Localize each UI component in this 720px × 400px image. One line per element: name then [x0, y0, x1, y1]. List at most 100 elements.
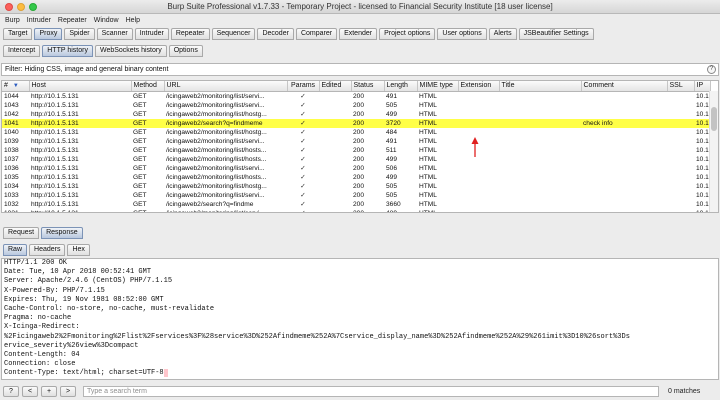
table-row[interactable]: 1042 http://10.1.5.131 GET/icingaweb2/moni… — [2, 110, 710, 119]
tab-proxy[interactable]: Proxy — [34, 28, 63, 40]
table-row[interactable]: 1037 http://10.1.5.131 GET/icingaweb2/moni… — [2, 155, 710, 164]
response-line: X-Powered-By: PHP/7.1.15 — [4, 286, 105, 295]
cell-status: 200 — [353, 200, 365, 208]
tab-request[interactable]: Request — [3, 227, 40, 239]
proxy-tab-websockets-history[interactable]: WebSockets history — [94, 45, 167, 57]
tab-comparer[interactable]: Comparer — [295, 28, 338, 40]
table-row[interactable]: 1033 http://10.1.5.131 GET/icingaweb2/moni… — [2, 191, 710, 200]
table-row[interactable]: 1038 http://10.1.5.131 GET/icingaweb2/moni… — [2, 146, 710, 155]
cell-comment — [581, 146, 667, 155]
column-header-status[interactable]: Status — [351, 81, 385, 92]
column-header-host[interactable]: Host — [29, 81, 132, 92]
scrollbar-thumb[interactable] — [711, 107, 717, 131]
column-header-ssl[interactable]: SSL — [667, 81, 695, 92]
tab-repeater[interactable]: Repeater — [170, 28, 210, 40]
cell-number: 1042 — [4, 110, 19, 118]
message-view-tab-bar: Raw Headers Hex — [3, 244, 90, 256]
cell-host: http://10.1.5.131 — [31, 191, 79, 199]
cell-url: /icingaweb2/search?q=findme — [166, 200, 254, 208]
proxy-tab-intercept[interactable]: Intercept — [3, 45, 41, 57]
column-header-mime-type[interactable]: MIME type — [417, 81, 459, 92]
filter-bar[interactable]: Filter: Hiding CSS, image and general bi… — [1, 63, 719, 76]
tab-jsbeautifier-settings[interactable]: JSBeautifier Settings — [518, 28, 594, 40]
table-row[interactable]: 1032 http://10.1.5.131 GET/icingaweb2/sear… — [2, 200, 710, 209]
tab-project-options[interactable]: Project options — [379, 28, 436, 40]
cell-number: 1044 — [4, 92, 19, 100]
column-header-edited[interactable]: Edited — [319, 81, 352, 92]
table-row[interactable]: 1040 http://10.1.5.131 GET/icingaweb2/moni… — [2, 128, 710, 137]
cell-mime-type: HTML — [419, 164, 437, 172]
column-header-method[interactable]: Method — [131, 81, 165, 92]
cell-extension — [458, 91, 499, 101]
tab-spider[interactable]: Spider — [64, 28, 95, 40]
response-body[interactable]: HTTP/1.1 200 OK Date: Tue, 10 Apr 2018 00… — [2, 259, 710, 379]
cell-status: 200 — [353, 92, 365, 100]
cell-status: 200 — [353, 164, 365, 172]
cell-title — [499, 155, 581, 164]
cell-length: 499 — [386, 110, 398, 118]
tab-alerts[interactable]: Alerts — [488, 28, 517, 40]
annotation-arrow — [471, 137, 479, 157]
cell-host: http://10.1.5.131 — [31, 200, 79, 208]
search-help-button[interactable]: ? — [3, 386, 19, 397]
column-header-length[interactable]: Length — [384, 81, 418, 92]
search-input[interactable]: Type a search term — [83, 386, 659, 397]
proxy-tab-options[interactable]: Options — [168, 45, 203, 57]
menu-window[interactable]: Window — [94, 17, 119, 24]
column-header-title[interactable]: Title — [499, 81, 582, 92]
menu-intruder[interactable]: Intruder — [27, 17, 51, 24]
column-header-comment[interactable]: Comment — [581, 81, 668, 92]
table-row[interactable]: 1036 http://10.1.5.131 GET/icingaweb2/moni… — [2, 164, 710, 173]
proxy-tab-http-history[interactable]: HTTP history — [42, 45, 93, 57]
menu-help[interactable]: Help — [126, 17, 140, 24]
table-header: # ▼ Host Method URL Params Edited Status Length M… — [2, 81, 711, 92]
search-next-button[interactable]: > — [60, 386, 76, 397]
tab-target[interactable]: Target — [3, 28, 33, 40]
table-row[interactable]: 1039 http://10.1.5.131 GET/icingaweb2/moni… — [2, 137, 710, 146]
tab-user-options[interactable]: User options — [437, 28, 487, 40]
cell-ssl — [667, 209, 694, 213]
table-row[interactable]: 1031 http://10.1.5.131 GET/icingaweb2/moni… — [2, 209, 710, 213]
table-row[interactable]: 1043 http://10.1.5.131 GET/icingaweb2/moni… — [2, 101, 710, 110]
search-options-button[interactable]: + — [41, 386, 57, 397]
cell-mime-type: HTML — [419, 200, 437, 208]
help-icon[interactable]: ? — [707, 65, 716, 74]
tab-decoder[interactable]: Decoder — [257, 28, 294, 40]
cell-comment — [581, 191, 667, 200]
tab-sequencer[interactable]: Sequencer — [211, 28, 256, 40]
cell-extension — [458, 173, 499, 182]
view-tab-headers[interactable]: Headers — [29, 244, 66, 256]
cell-params: ✓ — [300, 92, 306, 100]
table-row[interactable]: 1035 http://10.1.5.131 GET/icingaweb2/moni… — [2, 173, 710, 182]
column-header-ip[interactable]: IP — [694, 81, 711, 92]
search-previous-button[interactable]: < — [22, 386, 38, 397]
cell-length: 484 — [386, 128, 398, 136]
tab-extender[interactable]: Extender — [339, 28, 378, 40]
tab-intruder[interactable]: Intruder — [134, 28, 169, 40]
cell-url: /icingaweb2/monitoring/list/servi... — [166, 92, 265, 100]
cell-ssl — [667, 164, 694, 173]
cell-url: /icingaweb2/monitoring/list/hosts... — [166, 146, 267, 154]
view-tab-hex[interactable]: Hex — [67, 244, 90, 256]
column-header-params[interactable]: Params — [287, 81, 320, 92]
view-tab-raw[interactable]: Raw — [3, 244, 28, 256]
column-header-url[interactable]: URL — [164, 81, 288, 92]
column-header-extension[interactable]: Extension — [458, 81, 500, 92]
vertical-scrollbar[interactable] — [709, 91, 718, 212]
column-header-number[interactable]: # ▼ — [2, 81, 30, 92]
table-row[interactable]: 1034 http://10.1.5.131 GET/icingaweb2/moni… — [2, 182, 710, 191]
cell-comment — [581, 164, 667, 173]
menu-burp[interactable]: Burp — [5, 17, 20, 24]
table-row[interactable]: 1041 http://10.1.5.131 GET/icingaweb2/sear… — [2, 118, 710, 128]
cell-comment — [581, 110, 667, 119]
tab-scanner[interactable]: Scanner — [96, 28, 133, 40]
title-bar: Burp Suite Professional v1.7.33 - Tempor… — [0, 0, 720, 14]
cell-comment — [581, 101, 667, 110]
sort-desc-icon[interactable]: ▼ — [13, 83, 19, 89]
tab-response[interactable]: Response — [41, 227, 83, 239]
response-panel[interactable]: HTTP/1.1 200 OK Date: Tue, 10 Apr 2018 00… — [1, 258, 719, 380]
response-line: %2Ficingaweb2%2Fmonitoring%2Flist%2Fserv… — [4, 332, 630, 341]
menu-repeater[interactable]: Repeater — [58, 17, 87, 24]
cell-comment — [581, 91, 667, 101]
table-row[interactable]: 1044 http://10.1.5.131 GET/icingaweb2/moni… — [2, 91, 710, 101]
